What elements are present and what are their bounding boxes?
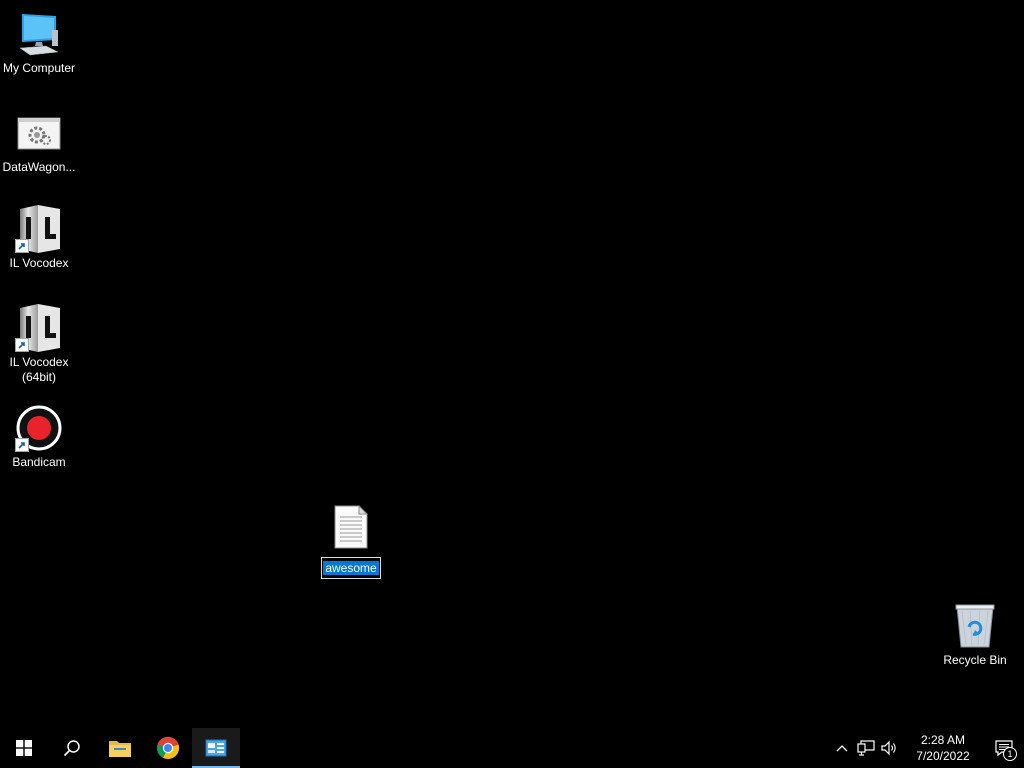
chrome-icon xyxy=(156,736,180,759)
bandicam-icon xyxy=(15,404,63,452)
il-vocodex-icon xyxy=(15,205,63,253)
search-icon xyxy=(63,740,80,757)
windows-start-icon xyxy=(16,740,32,756)
clock[interactable]: 2:28 AM 7/20/2022 xyxy=(902,732,984,764)
text-file-icon xyxy=(327,503,375,551)
desktop-icon-label: IL Vocodex xyxy=(9,256,69,270)
rename-input[interactable]: awesome xyxy=(321,557,381,579)
recycle-bin-icon xyxy=(951,602,999,650)
computer-icon xyxy=(15,10,63,58)
desktop[interactable]: My Computer DataWagon... IL Vocodex IL V… xyxy=(0,0,1024,728)
desktop-icon-label: IL Vocodex (64bit) xyxy=(9,355,69,384)
clock-time: 2:28 AM xyxy=(920,733,966,747)
clock-date: 7/20/2022 xyxy=(916,749,970,763)
il-vocodex-64-icon xyxy=(15,304,63,352)
shortcut-arrow-icon xyxy=(15,239,29,253)
chevron-up-icon xyxy=(836,745,848,752)
desktop-icon-my-computer[interactable]: My Computer xyxy=(1,10,77,76)
network-button[interactable] xyxy=(854,728,878,768)
desktop-icon-il-vocodex-64bit[interactable]: IL Vocodex (64bit) xyxy=(1,304,77,385)
notification-count-badge: 1 xyxy=(1003,747,1017,761)
desktop-icon-label: My Computer xyxy=(2,61,76,75)
desktop-icon-label: Bandicam xyxy=(12,455,66,469)
desktop-file-awesome[interactable]: awesome xyxy=(313,503,389,579)
taskbar-file-explorer[interactable] xyxy=(96,728,144,768)
show-hidden-icons-button[interactable] xyxy=(830,728,854,768)
control-panel-icon xyxy=(205,739,227,757)
desktop-icon-label: Recycle Bin xyxy=(943,653,1007,667)
volume-icon xyxy=(881,740,896,756)
desktop-icon-label: DataWagon... xyxy=(2,160,76,174)
start-button[interactable] xyxy=(0,728,48,768)
network-icon xyxy=(857,740,875,756)
shortcut-arrow-icon xyxy=(15,338,29,352)
system-tray: 2:28 AM 7/20/2022 1 xyxy=(830,728,1024,768)
desktop-icon-datawagon[interactable]: DataWagon... xyxy=(1,109,77,175)
search-button[interactable] xyxy=(48,728,96,768)
settings-window-icon xyxy=(15,109,63,157)
taskbar: 2:28 AM 7/20/2022 1 xyxy=(0,728,1024,768)
taskbar-chrome[interactable] xyxy=(144,728,192,768)
rename-input-value: awesome xyxy=(323,561,379,575)
desktop-icon-recycle-bin[interactable]: Recycle Bin xyxy=(937,602,1013,668)
desktop-icon-bandicam[interactable]: Bandicam xyxy=(1,404,77,470)
volume-button[interactable] xyxy=(878,728,902,768)
action-center-button[interactable]: 1 xyxy=(984,728,1024,768)
file-explorer-icon xyxy=(109,741,131,757)
desktop-icon-il-vocodex[interactable]: IL Vocodex xyxy=(1,205,77,271)
shortcut-arrow-icon xyxy=(15,438,29,452)
taskbar-control-panel[interactable] xyxy=(192,728,240,768)
